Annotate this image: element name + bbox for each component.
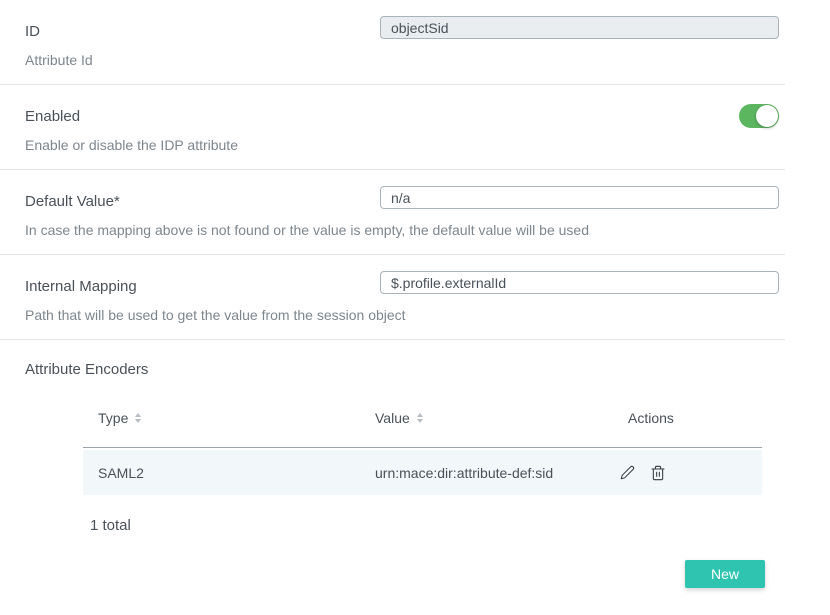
encoders-table: Type Value Actions SAML2 urn:mace:dir:at… [83,398,762,495]
toggle-knob [756,105,778,127]
default-value-help-text: In case the mapping above is not found o… [25,220,785,240]
row-value-cell: urn:mace:dir:attribute-def:sid [360,465,613,481]
new-button[interactable]: New [685,560,765,588]
field-row-enabled: Enabled Enable or disable the IDP attrib… [0,85,785,170]
field-row-id: ID Attribute Id [0,0,785,85]
id-input[interactable] [380,16,779,39]
idp-attribute-form: ID Attribute Id Enabled Enable or disabl… [0,0,785,588]
column-header-value[interactable]: Value [360,398,613,447]
edit-button[interactable] [620,465,635,480]
id-help-text: Attribute Id [25,50,785,70]
row-type-cell: SAML2 [83,465,360,481]
encoders-table-header: Type Value Actions [83,398,762,448]
column-header-actions: Actions [613,398,762,447]
default-value-input[interactable] [380,186,779,209]
enabled-toggle[interactable] [739,104,779,128]
enabled-help-text: Enable or disable the IDP attribute [25,135,785,155]
type-column-label: Type [98,410,128,426]
delete-button[interactable] [650,465,666,481]
sort-arrows-icon[interactable] [417,413,423,423]
internal-mapping-help-text: Path that will be used to get the value … [25,305,785,325]
table-row: SAML2 urn:mace:dir:attribute-def:sid [83,450,762,495]
row-actions-cell [613,465,762,481]
field-row-internal-mapping: Internal Mapping Path that will be used … [0,255,785,340]
field-row-default-value: Default Value* In case the mapping above… [0,170,785,255]
default-value-label: Default Value* [25,186,380,213]
attribute-encoders-title: Attribute Encoders [25,361,785,378]
internal-mapping-label: Internal Mapping [25,271,380,298]
id-label: ID [25,16,380,43]
button-bar: New [25,560,785,588]
row-count-label: 1 total [90,517,785,534]
pencil-icon [620,465,635,480]
attribute-encoders-section: Attribute Encoders Type Value Actions SA… [0,340,785,588]
value-column-label: Value [375,410,410,426]
column-header-type[interactable]: Type [83,398,360,447]
actions-column-label: Actions [628,410,674,426]
sort-arrows-icon[interactable] [135,413,141,423]
internal-mapping-input[interactable] [380,271,779,294]
enabled-label: Enabled [25,101,380,128]
trash-icon [650,465,666,481]
